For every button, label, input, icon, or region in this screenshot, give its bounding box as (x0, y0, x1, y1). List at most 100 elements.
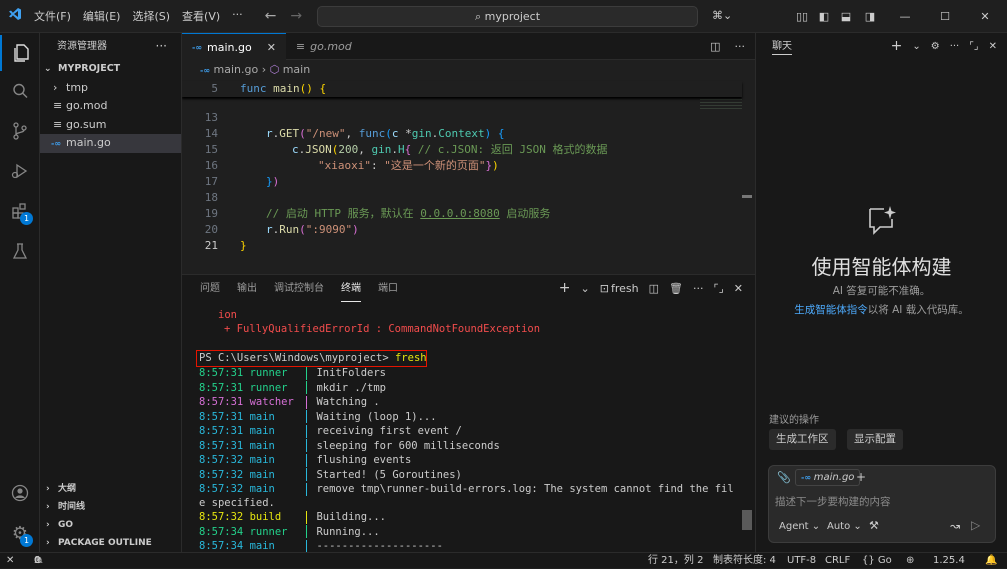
line-ending[interactable]: CRLF (825, 553, 850, 569)
close-panel-icon[interactable]: ✕ (734, 275, 743, 302)
close-chat-icon[interactable]: ✕ (989, 33, 997, 60)
context-file-chip[interactable]: -∞ main.go (795, 469, 861, 486)
attach-paperclip-icon[interactable]: 📎 (777, 471, 791, 484)
new-chat-plus-icon[interactable]: + (891, 33, 903, 60)
chat-settings-gear-icon[interactable]: ⚙ (931, 33, 940, 60)
project-name: MYPROJECT (58, 63, 121, 74)
chat-more-icon[interactable]: ··· (950, 33, 960, 60)
go-version[interactable]: 1.25.4 (933, 553, 965, 569)
source-control-icon[interactable] (0, 113, 40, 149)
log-separator-bar (306, 525, 308, 538)
send-icon[interactable]: ▷ (971, 518, 980, 532)
menu-more[interactable]: ··· (232, 8, 243, 24)
tree-item-tmp[interactable]: › tmp (40, 79, 181, 98)
settings-gear-icon[interactable]: ⚙ 1 (0, 515, 40, 551)
code-line: 19// 启动 HTTP 服务，默认在 0.0.0.0:8080 启动服务 (182, 206, 742, 222)
code-line: 20 r.Run(":9090") (182, 222, 742, 238)
package-outline-section[interactable]: › PACKAGE OUTLINE (40, 534, 182, 552)
code-line: 14 r.GET("/new", func(c *gin.Context) { (182, 126, 742, 142)
tab-size[interactable]: 制表符长度: 4 (713, 553, 776, 569)
language-mode[interactable]: {} Go (862, 553, 892, 569)
show-config-button[interactable]: 显示配置 (847, 429, 903, 450)
toggle-sidebar-icon[interactable]: ◧ (813, 10, 835, 23)
explorer-more-icon[interactable]: ··· (156, 33, 167, 60)
log-message: Started! (5 Goroutines) (316, 468, 462, 481)
tab-go-mod[interactable]: ≡ go.mod (286, 33, 362, 60)
back-arrow-icon[interactable]: ← (265, 8, 277, 24)
chat-input-field[interactable]: 描述下一步要构建的内容 (775, 494, 989, 509)
remote-icon[interactable]: ✕ (6, 553, 14, 569)
split-editor-icon[interactable]: ◫ (710, 33, 720, 60)
panel-more-icon[interactable]: ··· (693, 275, 704, 302)
editor-scrollbar[interactable] (742, 195, 752, 198)
customize-layout-icon[interactable]: ▯▯ (791, 10, 813, 23)
trash-icon[interactable]: 🗑 (669, 275, 683, 302)
go-section[interactable]: › GO (40, 516, 182, 534)
run-debug-icon[interactable] (0, 153, 40, 189)
maximize-chat-icon[interactable]: ⌜⌟ (969, 33, 978, 60)
chevron-down-icon[interactable]: ⌄ (912, 33, 920, 60)
command-center-search[interactable]: ⌕ myproject (317, 6, 698, 27)
breadcrumb-file[interactable]: main.go (213, 63, 258, 76)
code-view[interactable]: 5 func main() { 13 14 r.GET("/new", func(c… (182, 79, 755, 274)
log-time-source: 8:57:31 watcher (199, 396, 307, 408)
chat-sparkle-icon (864, 203, 898, 240)
tab-main-go[interactable]: -∞ main.go ✕ (182, 33, 286, 60)
line-number: 18 (204, 191, 218, 204)
tools-icon[interactable]: ⚒ (869, 519, 879, 532)
tab-debug-console[interactable]: 调试控制台 (274, 275, 324, 302)
copilot-status-icon[interactable]: ⊕ (906, 553, 914, 569)
accounts-icon[interactable] (0, 475, 40, 511)
tab-ports[interactable]: 端口 (378, 275, 398, 302)
explorer-files-icon[interactable] (0, 35, 40, 71)
menu-view[interactable]: 查看(V) (182, 8, 220, 24)
copilot-icon[interactable]: ⌘⌄ (712, 9, 732, 22)
agent-mode-dropdown[interactable]: Agent ⌄ (779, 521, 820, 532)
outline-section[interactable]: › 大纲 (40, 480, 182, 498)
tab-output[interactable]: 输出 (237, 275, 257, 302)
testing-flask-icon[interactable] (0, 233, 40, 269)
encoding[interactable]: UTF-8 (787, 553, 816, 569)
menu-file[interactable]: 文件(F) (34, 8, 71, 24)
delegate-arrow-icon[interactable]: ↝ (950, 519, 960, 533)
editor-more-icon[interactable]: ··· (735, 33, 746, 60)
timeline-section[interactable]: › 时间线 (40, 498, 182, 516)
chat-input-box: 📎 -∞ main.go + 描述下一步要构建的内容 Agent ⌄ Auto … (768, 465, 996, 543)
tab-problems[interactable]: 问题 (200, 275, 220, 302)
forward-arrow-icon[interactable]: → (290, 8, 302, 24)
split-terminal-icon[interactable]: ◫ (649, 275, 659, 302)
log-time-source: 8:57:32 build (199, 511, 307, 523)
close-window-icon[interactable]: ✕ (963, 10, 1007, 23)
extensions-icon[interactable]: 1 (0, 193, 40, 229)
toggle-panel-icon[interactable]: ⬓ (835, 10, 857, 23)
tree-item-main-go[interactable]: -∞ main.go (40, 134, 181, 153)
cursor-position[interactable]: 行 21，列 2 (648, 553, 703, 569)
terminal-name[interactable]: fresh (611, 275, 639, 302)
minimize-icon[interactable]: — (883, 10, 927, 23)
terminal-view[interactable]: ion + FullyQualifiedErrorId : CommandNot… (182, 302, 755, 553)
search-icon[interactable] (0, 73, 40, 109)
menu-edit[interactable]: 编辑(E) (83, 8, 121, 24)
tab-terminal[interactable]: 终端 (341, 275, 361, 302)
terminal-scrollbar[interactable] (742, 510, 752, 530)
close-tab-icon[interactable]: ✕ (267, 34, 276, 61)
terminal-log-line: 8:57:31 main Waiting (loop 1)... (199, 410, 437, 425)
model-dropdown[interactable]: Auto ⌄ (827, 521, 862, 532)
chevron-down-icon[interactable]: ⌄ (581, 275, 590, 302)
toggle-secondary-sidebar-icon[interactable]: ◨ (857, 10, 883, 23)
tree-item-go-sum[interactable]: ≡ go.sum (40, 116, 181, 135)
new-terminal-plus-icon[interactable]: + (559, 275, 571, 302)
agent-instructions-link[interactable]: 生成智能体指令 (794, 304, 868, 316)
maximize-panel-icon[interactable]: ⌜⌟ (713, 275, 723, 302)
project-folder-header[interactable]: ⌄ MYPROJECT (40, 60, 181, 79)
menu-selection[interactable]: 选择(S) (132, 8, 170, 24)
generate-workspace-button[interactable]: 生成工作区 (769, 429, 836, 450)
log-separator-bar (306, 395, 308, 409)
notifications-bell-icon[interactable]: 🔔 (985, 553, 997, 569)
maximize-icon[interactable]: ☐ (927, 10, 963, 23)
add-context-plus-icon[interactable]: + (856, 470, 866, 484)
chevron-right-icon: › (46, 538, 50, 548)
mode-label: Agent (779, 521, 809, 532)
breadcrumb-symbol[interactable]: main (283, 63, 310, 76)
tree-item-go-mod[interactable]: ≡ go.mod (40, 97, 181, 116)
